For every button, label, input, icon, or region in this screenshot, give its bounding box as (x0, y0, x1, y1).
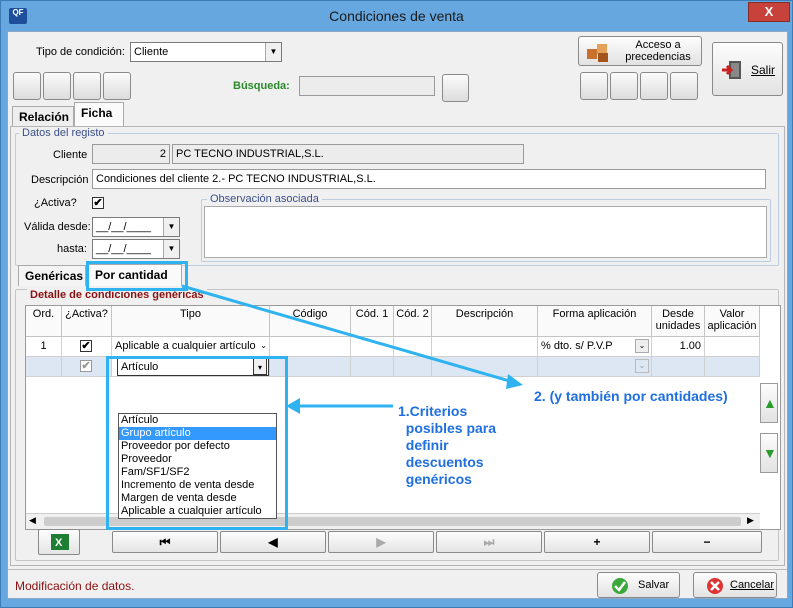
check-icon (612, 578, 628, 594)
annotation-cantidades: 2. (y también por cantidades) (534, 388, 728, 404)
status-bar: Modificación de datos. Salvar Cancelar (8, 569, 787, 598)
app-window: QF Condiciones de venta X Tipo de condic… (0, 0, 793, 608)
excel-icon: X (51, 534, 69, 550)
nav-last-button[interactable]: ⏭ (436, 531, 542, 553)
annotation-arrows (181, 284, 523, 414)
cancel-icon (707, 578, 723, 594)
excel-export-button[interactable]: X (38, 529, 80, 555)
close-button[interactable]: X (748, 2, 790, 22)
salvar-button[interactable]: Salvar (597, 572, 680, 598)
remove-row-button[interactable]: − (652, 531, 762, 553)
add-row-button[interactable]: + (544, 531, 650, 553)
client-area: Tipo de condición: Cliente ▼ Acceso a pr… (7, 31, 788, 599)
nav-prev-button[interactable]: ◀ (220, 531, 326, 553)
window-title: Condiciones de venta (329, 8, 464, 24)
status-text: Modificación de datos. (15, 579, 135, 593)
nav-next-button[interactable]: ▶ (328, 531, 434, 553)
annotation-criterios: 1.Criterios posibles para definir descue… (398, 403, 497, 487)
title-bar: QF Condiciones de venta X (1, 1, 792, 31)
svg-text:X: X (55, 537, 63, 549)
cancelar-button[interactable]: Cancelar (693, 572, 777, 598)
nav-first-button[interactable]: ⏮ (112, 531, 218, 553)
